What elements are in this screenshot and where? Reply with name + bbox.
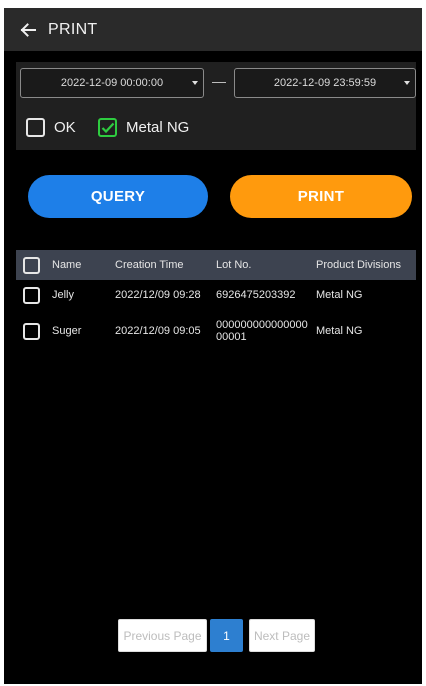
- column-header-lot-no: Lot No.: [216, 259, 252, 271]
- dropdown-caret-icon: [192, 81, 198, 85]
- arrow-left-icon[interactable]: [10, 8, 46, 51]
- table-header: Name Creation Time Lot No. Product Divis…: [16, 250, 416, 280]
- cell-creation-time: 2022/12/09 09:05: [115, 325, 201, 337]
- cell-name: Jelly: [52, 289, 75, 301]
- select-all-checkbox[interactable]: [22, 256, 40, 274]
- filter-panel: 2022-12-09 00:00:00 2022-12-09 23:59:59 …: [16, 62, 416, 150]
- ok-checkbox[interactable]: [26, 118, 45, 137]
- ok-label: OK: [54, 119, 76, 136]
- column-header-product-divisions: Product Divisions: [316, 259, 401, 271]
- print-button[interactable]: PRINT: [230, 175, 412, 218]
- records-table: Name Creation Time Lot No. Product Divis…: [16, 250, 416, 352]
- checkmark-icon: [101, 122, 114, 133]
- cell-creation-time: 2022/12/09 09:28: [115, 289, 201, 301]
- metal-ng-label: Metal NG: [126, 119, 190, 136]
- table-row[interactable]: Suger 2022/12/09 09:05 000000000000000 0…: [16, 310, 416, 352]
- metal-ng-filter[interactable]: Metal NG: [98, 118, 189, 137]
- top-bar: PRINT: [4, 8, 422, 51]
- end-datetime-select[interactable]: 2022-12-09 23:59:59: [234, 68, 416, 98]
- row-checkbox[interactable]: [22, 286, 40, 304]
- end-datetime-value: 2022-12-09 23:59:59: [273, 77, 377, 89]
- query-button[interactable]: QUERY: [28, 175, 208, 218]
- cell-lot-no-line: 000000000000000: [216, 319, 308, 331]
- page-title: PRINT: [48, 20, 98, 38]
- cell-lot-no-line: 6926475203392: [216, 289, 296, 301]
- metal-ng-checkbox[interactable]: [98, 118, 117, 137]
- column-header-creation-time: Creation Time: [115, 259, 184, 271]
- cell-name: Suger: [52, 325, 82, 337]
- start-datetime-value: 2022-12-09 00:00:00: [60, 77, 164, 89]
- column-header-name: Name: [52, 259, 82, 271]
- dropdown-caret-icon: [404, 81, 410, 85]
- cell-division: Metal NG: [316, 325, 363, 337]
- row-checkbox[interactable]: [22, 322, 40, 340]
- table-row[interactable]: Jelly 2022/12/09 09:28 6926475203392 Met…: [16, 280, 416, 310]
- ok-filter[interactable]: OK: [26, 118, 76, 137]
- cell-division: Metal NG: [316, 289, 363, 301]
- cell-lot-no: 000000000000000 00001: [216, 319, 316, 343]
- current-page-number[interactable]: 1: [210, 619, 243, 652]
- range-separator: [212, 82, 226, 83]
- next-page-button[interactable]: Next Page: [249, 619, 315, 652]
- cell-lot-no: 6926475203392: [216, 289, 316, 301]
- previous-page-button[interactable]: Previous Page: [118, 619, 207, 652]
- app-screen: PRINT 2022-12-09 00:00:00 2022-12-09 23:…: [4, 8, 422, 684]
- start-datetime-select[interactable]: 2022-12-09 00:00:00: [20, 68, 204, 98]
- cell-lot-no-line: 00001: [216, 331, 247, 343]
